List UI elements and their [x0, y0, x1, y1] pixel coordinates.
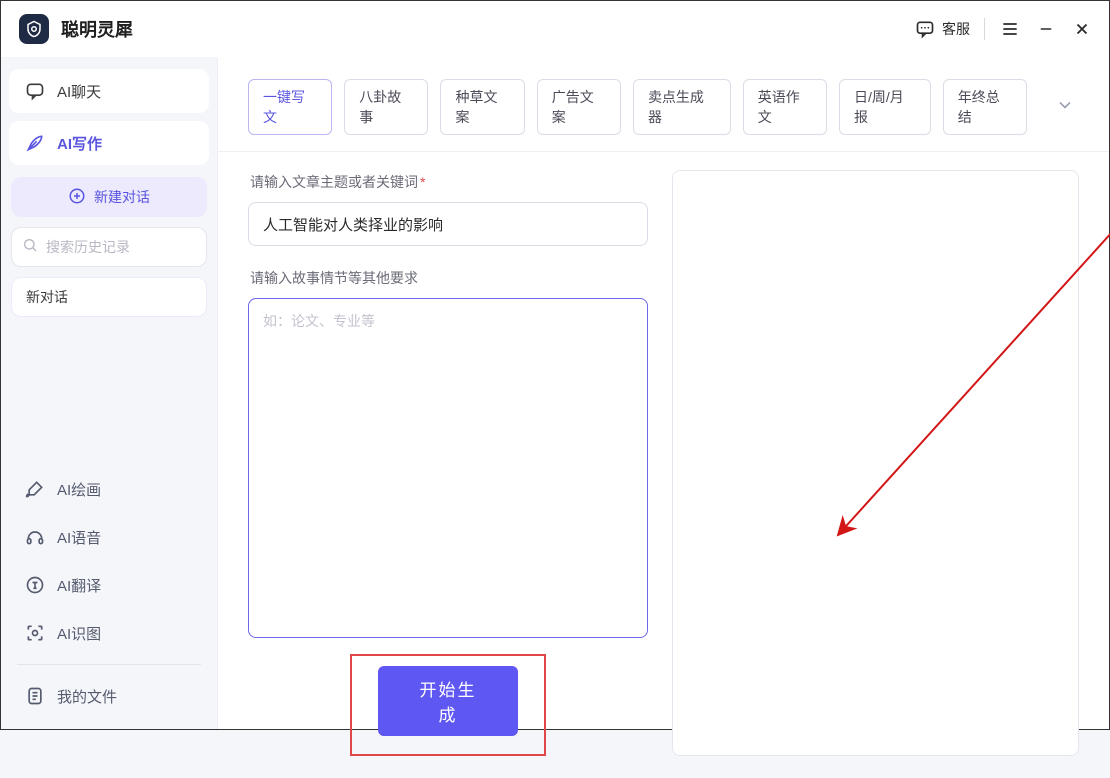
detail-label-text: 请输入故事情节等其他要求: [250, 270, 418, 286]
plus-circle-icon: [68, 187, 86, 208]
content: 一键写文 八卦故事 种草文案 广告文案 卖点生成器 英语作文 日/周/月报 年终…: [217, 57, 1109, 729]
sidebar-tool-label: 我的文件: [57, 686, 117, 707]
preview-panel: [672, 170, 1079, 756]
new-chat-label: 新建对话: [94, 187, 150, 207]
customer-service-button[interactable]: 客服: [914, 18, 970, 40]
tab-year-summary[interactable]: 年终总结: [943, 79, 1027, 135]
tab-label: 英语作文: [758, 89, 800, 125]
tab-label: 广告文案: [552, 89, 594, 125]
topic-input[interactable]: [248, 202, 648, 246]
titlebar-left: 聪明灵犀: [19, 14, 133, 44]
topic-label: 请输入文章主题或者关键词*: [250, 172, 648, 192]
preview-column: [672, 170, 1079, 756]
minimize-icon[interactable]: [1035, 18, 1057, 40]
chat-bubble-icon: [914, 18, 936, 40]
tab-onekey-write[interactable]: 一键写文: [248, 79, 332, 135]
content-columns: 请输入文章主题或者关键词* 请输入故事情节等其他要求 开始生成: [218, 152, 1109, 778]
headphones-icon: [25, 527, 45, 547]
tab-label: 年终总结: [958, 89, 1000, 125]
sidebar-spacer: [9, 317, 209, 468]
sidebar-tool-files[interactable]: 我的文件: [9, 675, 209, 717]
search-history[interactable]: [11, 227, 207, 267]
tab-label: 八卦故事: [359, 89, 401, 125]
sidebar-item-label: AI写作: [57, 133, 102, 154]
sidebar-tool-label: AI语音: [57, 527, 101, 548]
titlebar-divider: [984, 18, 985, 40]
chevron-down-icon: [1055, 102, 1075, 119]
tab-english-essay[interactable]: 英语作文: [743, 79, 827, 135]
close-icon[interactable]: [1071, 18, 1093, 40]
new-chat-button[interactable]: 新建对话: [11, 177, 207, 217]
sidebar-item-chat[interactable]: AI聊天: [9, 69, 209, 113]
sidebar-tool-label: AI识图: [57, 623, 101, 644]
submit-highlight-box: 开始生成: [350, 654, 546, 756]
detail-textarea[interactable]: [248, 298, 648, 638]
app-logo: [19, 14, 49, 44]
generate-button-label: 开始生成: [420, 681, 477, 725]
sidebar-tool-label: AI绘画: [57, 479, 101, 500]
sidebar-tool-translate[interactable]: AI翻译: [9, 564, 209, 606]
titlebar: 聪明灵犀 客服: [1, 1, 1109, 57]
template-tabs: 一键写文 八卦故事 种草文案 广告文案 卖点生成器 英语作文 日/周/月报 年终…: [218, 57, 1109, 152]
translate-icon: [25, 575, 45, 595]
sidebar-tool-image[interactable]: AI识图: [9, 612, 209, 654]
app-name: 聪明灵犀: [61, 16, 133, 42]
brush-icon: [25, 479, 45, 499]
topic-label-text: 请输入文章主题或者关键词: [250, 174, 418, 190]
required-star: *: [420, 174, 425, 190]
search-icon: [22, 237, 38, 258]
customer-service-label: 客服: [942, 19, 970, 39]
sidebar-item-write[interactable]: AI写作: [9, 121, 209, 165]
tab-label: 种草文案: [455, 89, 497, 125]
tab-seed-copy[interactable]: 种草文案: [440, 79, 524, 135]
sidebar-tool-label: AI翻译: [57, 575, 101, 596]
tab-label: 日/周/月报: [854, 89, 904, 125]
menu-icon[interactable]: [999, 18, 1021, 40]
sidebar-item-label: AI聊天: [57, 81, 101, 102]
image-scan-icon: [25, 623, 45, 643]
history-item-label: 新对话: [26, 287, 68, 307]
tab-report[interactable]: 日/周/月报: [839, 79, 931, 135]
generate-button[interactable]: 开始生成: [378, 666, 518, 736]
expand-tabs-button[interactable]: [1051, 91, 1079, 124]
form-column: 请输入文章主题或者关键词* 请输入故事情节等其他要求 开始生成: [248, 170, 648, 756]
search-input[interactable]: [46, 239, 227, 255]
tab-gossip-story[interactable]: 八卦故事: [344, 79, 428, 135]
sidebar: AI聊天 AI写作 新建对话: [1, 57, 217, 729]
sidebar-tool-paint[interactable]: AI绘画: [9, 468, 209, 510]
main: AI聊天 AI写作 新建对话: [1, 57, 1109, 729]
feather-icon: [25, 133, 45, 153]
sidebar-separator: [17, 664, 201, 665]
tab-ad-copy[interactable]: 广告文案: [537, 79, 621, 135]
titlebar-right: 客服: [914, 18, 1093, 40]
tab-label: 一键写文: [263, 89, 305, 125]
history-item[interactable]: 新对话: [11, 277, 207, 317]
file-icon: [25, 686, 45, 706]
tab-selling-point[interactable]: 卖点生成器: [633, 79, 731, 135]
chat-icon: [25, 81, 45, 101]
tab-label: 卖点生成器: [648, 89, 704, 125]
detail-label: 请输入故事情节等其他要求: [250, 268, 648, 288]
sidebar-tool-voice[interactable]: AI语音: [9, 516, 209, 558]
